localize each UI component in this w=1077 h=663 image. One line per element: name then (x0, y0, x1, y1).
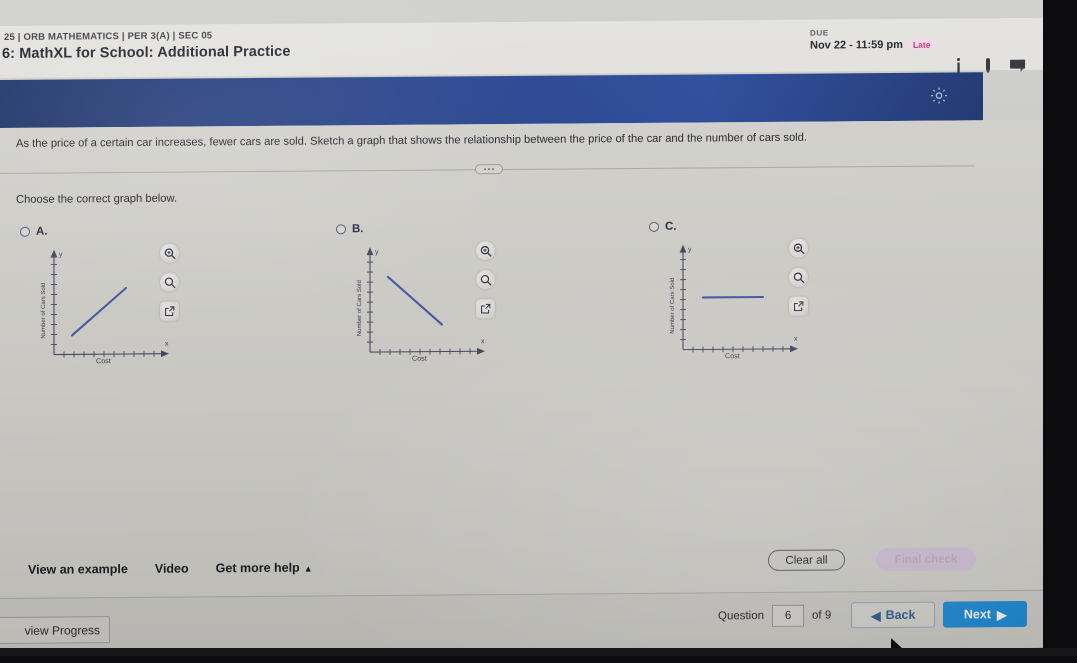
question-total: of 9 (812, 609, 831, 621)
popout-icon[interactable] (160, 302, 179, 321)
option-c-x-var: x (794, 336, 798, 343)
answer-option-c[interactable]: C. (645, 218, 965, 371)
option-c-ylabel: Number of Cars Sold (670, 278, 676, 334)
option-b-y-var: y (375, 249, 379, 256)
due-date: Nov 22 - 11:59 pm (810, 39, 903, 52)
bezel-right (1043, 0, 1077, 656)
option-a-header[interactable]: A. (20, 226, 48, 238)
gear-icon[interactable] (929, 86, 949, 106)
zoom-in-icon[interactable] (160, 244, 179, 263)
option-b-tools (476, 241, 495, 318)
due-label: DUE (810, 28, 934, 38)
radio-option-b[interactable] (336, 224, 346, 234)
zoom-in-icon[interactable] (789, 239, 808, 258)
magnifier-icon[interactable] (789, 268, 808, 287)
magnifier-icon[interactable] (476, 270, 495, 289)
video-link[interactable]: Video (155, 562, 189, 576)
popout-icon[interactable] (476, 299, 495, 318)
back-button[interactable]: ◀ Back (851, 602, 935, 629)
option-b-header[interactable]: B. (336, 223, 364, 235)
option-a-y-var: y (59, 252, 63, 259)
view-example-link[interactable]: View an example (28, 562, 128, 577)
option-c-tools (789, 239, 808, 316)
answer-option-a[interactable]: A. (16, 223, 336, 376)
chevron-up-icon: ▲ (304, 563, 313, 573)
answer-option-b[interactable]: B. (332, 221, 652, 374)
next-button[interactable]: Next ▶ (943, 601, 1027, 628)
back-arrow-icon: ◀ (871, 608, 881, 623)
popout-icon[interactable] (789, 297, 808, 316)
assignment-title: 6: MathXL for School: Additional Practic… (2, 44, 291, 62)
due-block: DUE Nov 22 - 11:59 pm Late (810, 28, 934, 52)
breadcrumb: 25 | ORB MATHEMATICS | PER 3(A) | SEC 05 (4, 30, 212, 43)
option-a-tools (160, 244, 179, 321)
option-a-ylabel: Number of Cars Sold (41, 283, 47, 339)
option-c-letter: C. (665, 221, 677, 233)
screen-surface: 25 | ORB MATHEMATICS | PER 3(A) | SEC 05… (0, 0, 1046, 656)
option-b-ylabel: Number of Cars Sold (357, 280, 363, 336)
option-a-letter: A. (36, 226, 48, 238)
option-c-y-var: y (688, 247, 692, 254)
instruction-text: Choose the correct graph below. (16, 193, 177, 206)
option-a-xlabel: Cost (96, 356, 111, 365)
course-banner (0, 72, 983, 128)
option-b-xlabel: Cost (412, 354, 427, 363)
question-prompt: As the price of a certain car increases,… (16, 129, 966, 152)
question-number-input[interactable]: 6 (772, 605, 804, 627)
question-panel: As the price of a certain car increases,… (0, 120, 1046, 598)
magnifier-icon[interactable] (160, 273, 179, 292)
radio-option-a[interactable] (20, 227, 30, 237)
late-badge: Late (909, 39, 934, 51)
review-progress-button[interactable]: view Progress (0, 616, 110, 644)
option-b-x-var: x (481, 338, 485, 345)
help-links: View an example Video Get more help ▲ (28, 561, 313, 577)
radio-option-c[interactable] (649, 222, 659, 232)
ellipsis-handle[interactable] (475, 164, 503, 174)
next-arrow-icon: ▶ (997, 607, 1007, 622)
option-c-header[interactable]: C. (649, 221, 677, 233)
question-label: Question (718, 610, 764, 622)
bezel-bottom (0, 648, 1077, 656)
next-label: Next (964, 607, 991, 621)
get-more-help-label: Get more help (216, 561, 300, 576)
question-navigation: Question 6 of 9 ◀ Back Next ▶ (718, 601, 1027, 629)
clear-all-button[interactable]: Clear all (768, 549, 845, 571)
final-check-button[interactable]: Final check (876, 547, 976, 571)
option-a-x-var: x (165, 341, 169, 348)
option-c-xlabel: Cost (725, 351, 740, 360)
chat-icon[interactable] (1010, 56, 1026, 74)
app-header: 25 | ORB MATHEMATICS | PER 3(A) | SEC 05… (0, 18, 1046, 78)
option-b-letter: B. (352, 223, 364, 235)
get-more-help-link[interactable]: Get more help ▲ (216, 561, 313, 576)
zoom-in-icon[interactable] (476, 241, 495, 260)
back-label: Back (886, 608, 916, 622)
